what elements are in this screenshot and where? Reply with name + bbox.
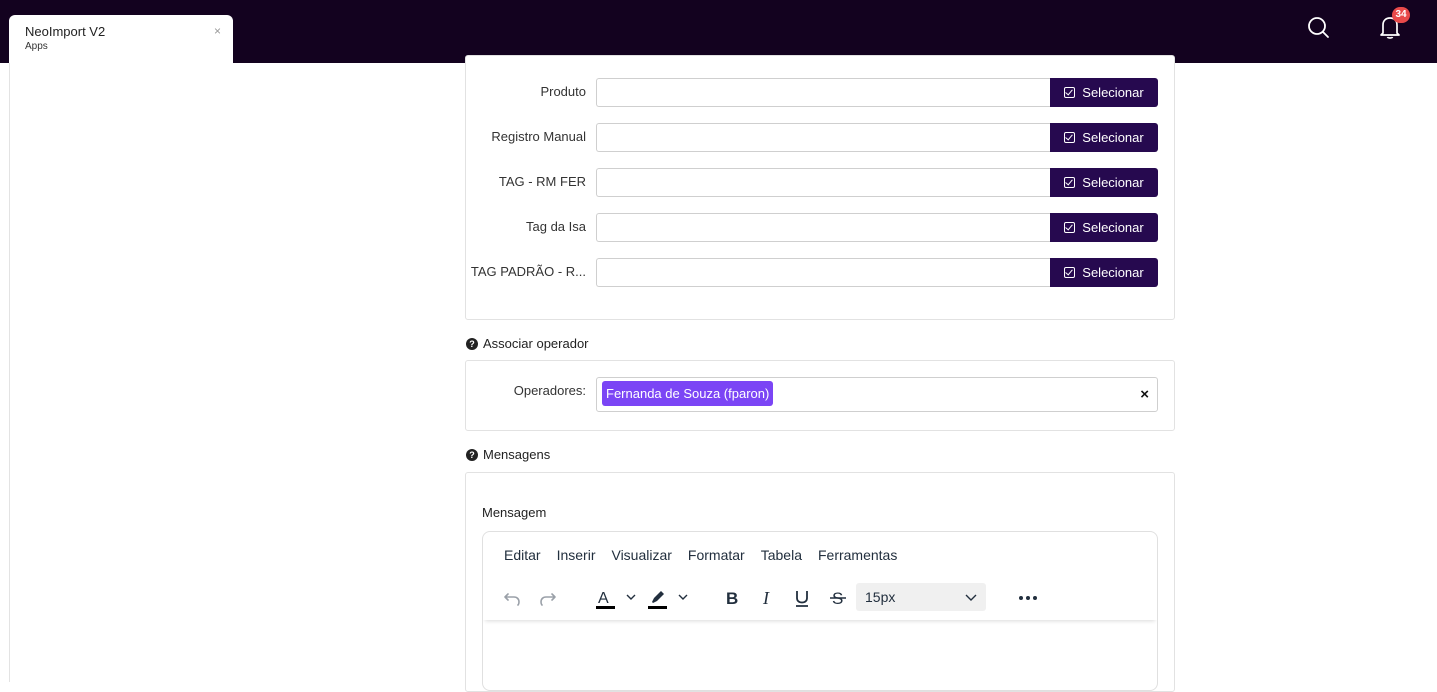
tag-padrao-input[interactable] bbox=[596, 258, 1051, 287]
app-tab[interactable]: NeoImport V2 Apps × bbox=[9, 15, 233, 63]
operadores-label: Operadores: bbox=[513, 383, 586, 398]
menu-inserir[interactable]: Inserir bbox=[549, 543, 604, 567]
checkbox-icon bbox=[1064, 87, 1076, 98]
produto-input[interactable] bbox=[596, 78, 1051, 107]
tag-da-isa-input[interactable] bbox=[596, 213, 1051, 242]
button-label: Selecionar bbox=[1082, 85, 1144, 100]
undo-icon[interactable] bbox=[499, 584, 525, 612]
tag-padrao-select-button[interactable]: Selecionar bbox=[1050, 258, 1158, 287]
svg-text:A: A bbox=[598, 590, 609, 607]
row-label-tag-da-isa: Tag da Isa bbox=[526, 219, 586, 234]
mensagens-title: ? Mensagens bbox=[466, 447, 550, 462]
search-icon[interactable] bbox=[1306, 14, 1330, 40]
row-label-produto: Produto bbox=[540, 84, 586, 99]
button-label: Selecionar bbox=[1082, 265, 1144, 280]
menu-editar[interactable]: Editar bbox=[496, 543, 549, 567]
menu-ferramentas[interactable]: Ferramentas bbox=[810, 543, 905, 567]
bold-icon[interactable]: B bbox=[720, 584, 746, 612]
editor-menubar: Editar Inserir Visualizar Formatar Tabel… bbox=[483, 532, 1157, 578]
section-title-text: Associar operador bbox=[483, 336, 589, 351]
operator-chip[interactable]: Fernanda de Souza (fparon) bbox=[602, 381, 774, 406]
italic-icon[interactable]: I bbox=[755, 584, 781, 612]
tab-title: NeoImport V2 bbox=[25, 24, 106, 39]
mensagem-label: Mensagem bbox=[482, 505, 547, 520]
tag-rm-fer-input[interactable] bbox=[596, 168, 1051, 197]
font-size-value: 15px bbox=[865, 589, 896, 605]
redo-icon[interactable] bbox=[535, 584, 561, 612]
help-icon[interactable]: ? bbox=[466, 448, 478, 461]
registro-manual-input[interactable] bbox=[596, 123, 1051, 152]
button-label: Selecionar bbox=[1082, 175, 1144, 190]
clear-operators-button[interactable]: × bbox=[1140, 386, 1149, 403]
checkbox-icon bbox=[1064, 267, 1076, 278]
section-title-text: Mensagens bbox=[483, 447, 551, 462]
text-color-icon[interactable]: A bbox=[593, 584, 641, 612]
tag-da-isa-select-button[interactable]: Selecionar bbox=[1050, 213, 1158, 242]
associar-operador-title: ? Associar operador bbox=[466, 336, 589, 351]
tab-subtitle: Apps bbox=[25, 41, 48, 52]
font-size-select[interactable]: 15px bbox=[856, 583, 986, 611]
produto-select-button[interactable]: Selecionar bbox=[1050, 78, 1158, 107]
menu-formatar[interactable]: Formatar bbox=[680, 543, 753, 567]
notification-badge: 34 bbox=[1392, 7, 1410, 23]
row-label-tag-padrao: TAG PADRÃO - R... bbox=[470, 264, 586, 279]
operadores-select[interactable]: Fernanda de Souza (fparon) × bbox=[596, 377, 1158, 412]
highlight-icon[interactable] bbox=[645, 584, 693, 612]
checkbox-icon bbox=[1064, 132, 1076, 143]
more-icon[interactable] bbox=[1015, 584, 1041, 612]
svg-text:B: B bbox=[726, 589, 738, 608]
checkbox-icon bbox=[1064, 222, 1076, 233]
strikethrough-icon[interactable]: S bbox=[825, 584, 851, 612]
help-icon[interactable]: ? bbox=[466, 337, 478, 350]
row-label-registro-manual: Registro Manual bbox=[491, 129, 586, 144]
underline-icon[interactable] bbox=[789, 584, 815, 612]
menu-tabela[interactable]: Tabela bbox=[753, 543, 810, 567]
tag-rm-fer-select-button[interactable]: Selecionar bbox=[1050, 168, 1158, 197]
button-label: Selecionar bbox=[1082, 130, 1144, 145]
menu-visualizar[interactable]: Visualizar bbox=[603, 543, 679, 567]
registro-manual-select-button[interactable]: Selecionar bbox=[1050, 123, 1158, 152]
checkbox-icon bbox=[1064, 177, 1076, 188]
svg-text:I: I bbox=[762, 588, 770, 608]
chevron-down-icon bbox=[964, 583, 978, 620]
divider bbox=[9, 63, 10, 682]
rich-text-editor: Editar Inserir Visualizar Formatar Tabel… bbox=[482, 531, 1158, 691]
tab-close-button[interactable]: × bbox=[214, 24, 221, 38]
editor-toolbar: A B I S 15px bbox=[483, 578, 1157, 620]
row-label-tag-rm-fer: TAG - RM FER bbox=[498, 174, 586, 189]
button-label: Selecionar bbox=[1082, 220, 1144, 235]
message-edit-area[interactable] bbox=[483, 620, 1157, 690]
